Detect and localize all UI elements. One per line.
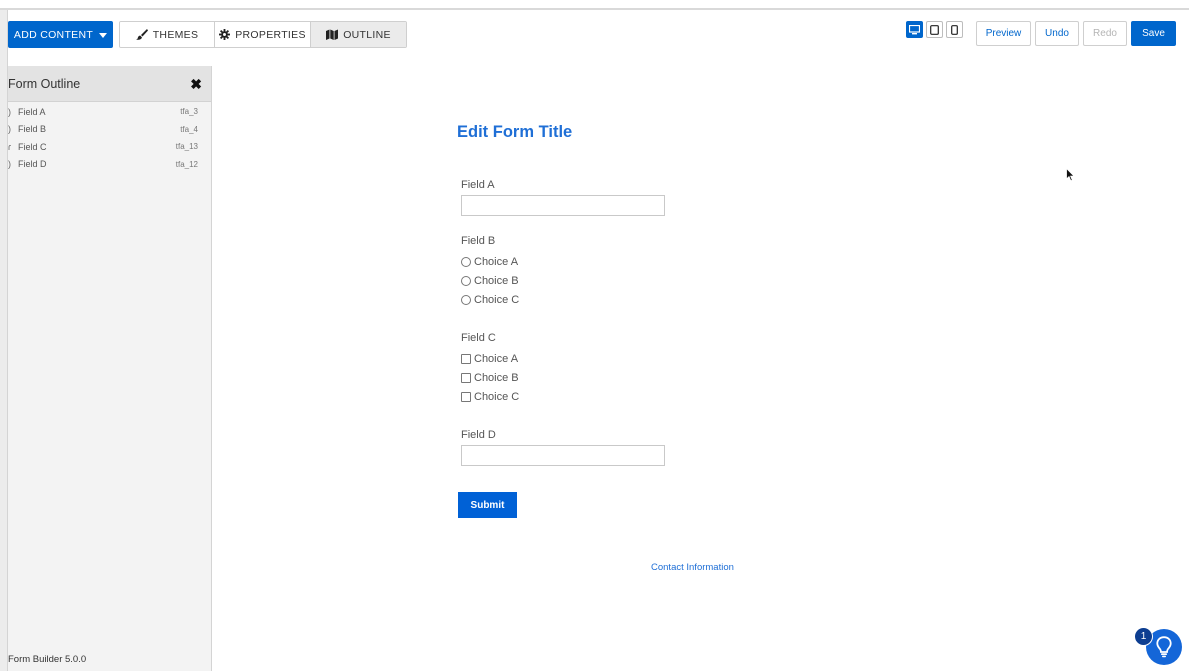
paintbrush-icon <box>135 29 148 40</box>
add-content-button[interactable]: ADD CONTENT <box>8 21 113 48</box>
tab-properties[interactable]: PROPERTIES <box>215 22 311 47</box>
preview-button[interactable]: Preview <box>976 21 1031 46</box>
outline-item-field-a[interactable]: ) Field A tfa_3 <box>8 103 211 121</box>
field-b-choice-c[interactable]: Choice C <box>461 294 519 306</box>
outline-item-field-d[interactable]: ) Field D tfa_12 <box>8 156 211 174</box>
lightbulb-icon <box>1156 636 1172 658</box>
checkbox-icon[interactable] <box>461 373 471 383</box>
choice-label: Choice A <box>474 256 519 268</box>
tab-properties-label: PROPERTIES <box>235 28 306 41</box>
undo-label: Undo <box>1045 28 1069 39</box>
checkbox-icon[interactable] <box>461 354 471 364</box>
gear-icon <box>219 29 231 40</box>
contact-information-link[interactable]: Contact Information <box>651 562 734 573</box>
save-button[interactable]: Save <box>1131 21 1176 46</box>
field-type-icon: ɾ <box>8 141 11 152</box>
preview-label: Preview <box>985 28 1022 39</box>
outline-item-label: Field C <box>18 141 47 152</box>
notification-badge: 1 <box>1134 627 1153 646</box>
close-icon[interactable]: ✖ <box>190 77 202 91</box>
choice-label: Choice B <box>474 275 519 287</box>
choice-label: Choice C <box>474 391 520 403</box>
outline-item-id: tfa_3 <box>180 107 198 117</box>
mouse-cursor-icon <box>1066 168 1075 182</box>
top-border <box>0 8 1189 10</box>
tab-outline[interactable]: OUTLINE <box>311 22 406 47</box>
toolbar-tabs: THEMES PROPERTIES OUTLINE <box>119 21 407 48</box>
save-label: Save <box>1142 28 1165 39</box>
form-outline-panel: Form Outline ✖ ) Field A tfa_3 ) Field B t… <box>8 66 212 671</box>
outline-item-field-b[interactable]: ) Field B tfa_4 <box>8 121 211 139</box>
undo-button[interactable]: Undo <box>1035 21 1079 46</box>
outline-list: ) Field A tfa_3 ) Field B tfa_4 ɾ Field C t… <box>8 102 211 173</box>
outline-header: Form Outline ✖ <box>8 66 211 102</box>
outline-item-id: tfa_4 <box>180 124 198 134</box>
outline-item-label: Field D <box>18 159 47 170</box>
field-b-choice-a[interactable]: Choice A <box>461 256 518 268</box>
choice-label: Choice A <box>474 353 519 365</box>
tab-themes[interactable]: THEMES <box>120 22 215 47</box>
field-c-choice-a[interactable]: Choice A <box>461 353 518 365</box>
outline-title: Form Outline <box>8 76 81 91</box>
field-b-choice-b[interactable]: Choice B <box>461 275 519 287</box>
tablet-view-button[interactable] <box>926 21 943 38</box>
field-a-input[interactable] <box>461 195 665 216</box>
redo-label: Redo <box>1093 28 1117 39</box>
caret-down-icon <box>99 32 108 38</box>
radio-icon[interactable] <box>461 295 471 305</box>
radio-icon[interactable] <box>461 257 471 267</box>
outline-item-field-c[interactable]: ɾ Field C tfa_13 <box>8 138 211 156</box>
field-c-choice-c[interactable]: Choice C <box>461 391 519 403</box>
field-type-icon: ) <box>8 106 11 117</box>
outline-item-id: tfa_13 <box>175 142 198 152</box>
choice-label: Choice C <box>474 294 520 306</box>
outline-item-id: tfa_12 <box>175 159 198 169</box>
outline-item-label: Field B <box>18 124 47 135</box>
radio-icon[interactable] <box>461 276 471 286</box>
tab-outline-label: OUTLINE <box>343 28 391 41</box>
field-a-label: Field A <box>461 179 495 191</box>
field-b-label: Field B <box>461 235 496 247</box>
choice-label: Choice B <box>474 372 519 384</box>
tablet-icon <box>930 24 939 35</box>
add-content-label: ADD CONTENT <box>13 28 94 41</box>
field-c-label: Field C <box>461 332 496 344</box>
redo-button[interactable]: Redo <box>1083 21 1127 46</box>
device-toggle <box>906 21 963 38</box>
desktop-view-button[interactable] <box>906 21 923 38</box>
field-type-icon: ) <box>8 124 11 135</box>
field-c-choice-b[interactable]: Choice B <box>461 372 519 384</box>
phone-icon <box>951 24 958 35</box>
map-icon <box>326 29 339 40</box>
form-title[interactable]: Edit Form Title <box>457 123 572 142</box>
version-label: Form Builder 5.0.0 <box>8 654 87 665</box>
desktop-icon <box>909 24 920 34</box>
left-edge <box>0 10 8 671</box>
field-d-input[interactable] <box>461 445 665 466</box>
submit-button[interactable]: Submit <box>458 492 517 518</box>
tab-themes-label: THEMES <box>152 28 199 41</box>
field-d-label: Field D <box>461 429 496 441</box>
field-type-icon: ) <box>8 159 11 170</box>
phone-view-button[interactable] <box>946 21 963 38</box>
checkbox-icon[interactable] <box>461 392 471 402</box>
outline-item-label: Field A <box>18 106 46 117</box>
